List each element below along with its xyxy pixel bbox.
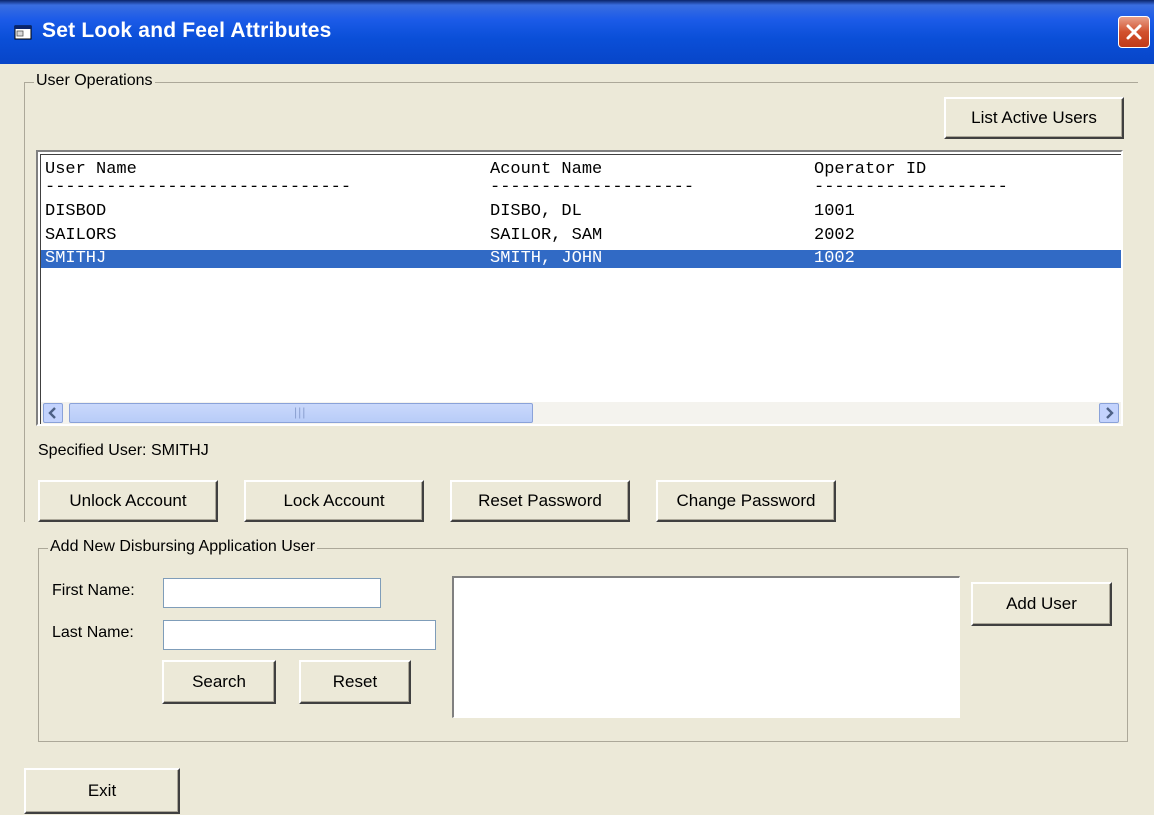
- column-header-account-name: Acount Name: [490, 160, 603, 179]
- list-active-users-button[interactable]: List Active Users: [944, 97, 1124, 139]
- scroll-left-button[interactable]: [43, 403, 63, 423]
- window-icon: [14, 24, 32, 40]
- list-item[interactable]: SAILORS SAILOR, SAM 2002: [41, 227, 1121, 245]
- add-user-group-label: Add New Disbursing Application User: [48, 538, 318, 556]
- account-name-cell: DISBO, DL: [490, 202, 582, 221]
- separator-user-name: ------------------------------: [45, 178, 352, 197]
- search-results-box[interactable]: [452, 576, 960, 718]
- last-name-label: Last Name:: [52, 624, 134, 641]
- operator-id-cell: 1002: [814, 249, 855, 268]
- scrollbar-grip: |||: [294, 405, 307, 419]
- first-name-label: First Name:: [52, 582, 135, 599]
- scrollbar-thumb[interactable]: |||: [69, 403, 533, 423]
- listbox-content: User Name Acount Name Operator ID ------…: [40, 154, 1121, 424]
- operator-id-cell: 1001: [814, 202, 855, 221]
- specified-user-text: Specified User: SMITHJ: [38, 442, 209, 459]
- list-item-selected[interactable]: SMITHJ SMITH, JOHN 1002: [41, 250, 1121, 268]
- horizontal-scrollbar[interactable]: |||: [41, 402, 1121, 424]
- active-users-listbox[interactable]: User Name Acount Name Operator ID ------…: [36, 150, 1123, 426]
- column-header-user-name: User Name: [45, 160, 137, 179]
- lock-account-button[interactable]: Lock Account: [244, 480, 424, 522]
- change-password-button[interactable]: Change Password: [656, 480, 836, 522]
- chevron-left-icon: [48, 407, 56, 419]
- last-name-input[interactable]: [163, 620, 436, 650]
- dialog-window: Set Look and Feel Attributes User Operat…: [0, 0, 1154, 815]
- exit-button[interactable]: Exit: [24, 768, 180, 814]
- separator-operator-id: -------------------: [814, 178, 1008, 197]
- user-name-cell: SMITHJ: [45, 249, 107, 268]
- separator-account-name: --------------------: [490, 178, 695, 197]
- list-item[interactable]: DISBOD DISBO, DL 1001: [41, 203, 1121, 221]
- chevron-right-icon: [1106, 407, 1114, 419]
- title-bar[interactable]: Set Look and Feel Attributes: [0, 0, 1154, 64]
- reset-button[interactable]: Reset: [299, 660, 411, 704]
- first-name-input[interactable]: [163, 578, 381, 608]
- add-user-button[interactable]: Add User: [971, 582, 1112, 626]
- list-header-row: User Name Acount Name Operator ID: [41, 161, 1121, 179]
- user-name-cell: DISBOD: [45, 202, 107, 221]
- close-icon: [1126, 24, 1142, 40]
- unlock-account-button[interactable]: Unlock Account: [38, 480, 218, 522]
- list-separator-row: ------------------------------ ---------…: [41, 179, 1121, 197]
- column-header-operator-id: Operator ID: [814, 160, 927, 179]
- account-name-cell: SMITH, JOHN: [490, 249, 603, 268]
- account-name-cell: SAILOR, SAM: [490, 226, 603, 245]
- scroll-right-button[interactable]: [1099, 403, 1119, 423]
- window-title: Set Look and Feel Attributes: [42, 19, 332, 42]
- user-name-cell: SAILORS: [45, 226, 117, 245]
- operator-id-cell: 2002: [814, 226, 855, 245]
- close-button[interactable]: [1118, 16, 1150, 48]
- search-button[interactable]: Search: [162, 660, 276, 704]
- user-operations-label: User Operations: [34, 72, 155, 90]
- reset-password-button[interactable]: Reset Password: [450, 480, 630, 522]
